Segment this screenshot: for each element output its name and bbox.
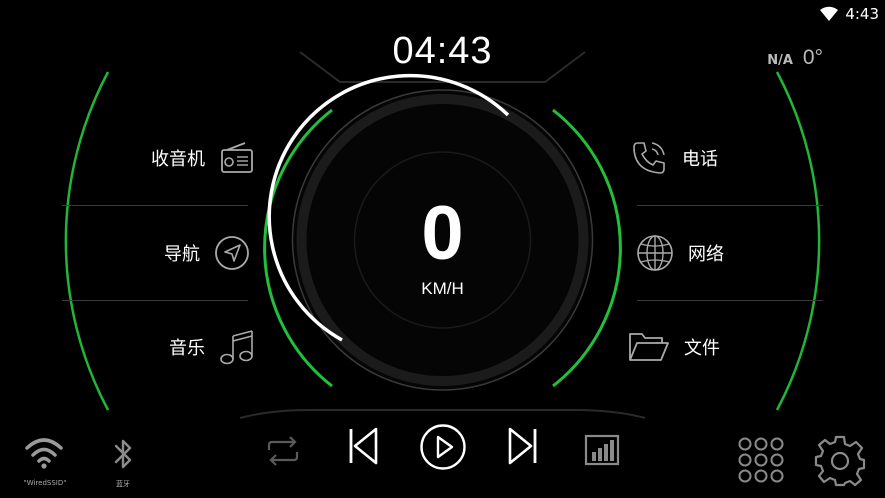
menu-item-radio[interactable]: 收音机 xyxy=(100,138,255,178)
menu-item-label: 电话 xyxy=(682,149,718,170)
weather-condition: N/A xyxy=(767,53,793,68)
menu-item-label: 收音机 xyxy=(151,149,205,170)
equalizer-icon xyxy=(584,434,620,466)
speed-value: 0 xyxy=(421,191,464,276)
weather-temperature: 0° xyxy=(802,46,823,69)
weather-widget[interactable]: N/A 0° xyxy=(767,46,823,70)
menu-divider xyxy=(62,300,248,301)
wifi-button[interactable] xyxy=(24,436,64,472)
play-icon xyxy=(419,423,467,471)
bluetooth-button[interactable] xyxy=(112,436,134,472)
menu-item-phone[interactable]: 电话 xyxy=(630,138,790,178)
music-icon xyxy=(219,328,255,366)
status-bar: 4:43 xyxy=(819,4,879,24)
play-button[interactable] xyxy=(419,423,467,471)
wifi-label: "WiredSSID" xyxy=(23,479,67,487)
bluetooth-icon xyxy=(112,436,134,472)
previous-button[interactable] xyxy=(347,426,379,466)
next-button[interactable] xyxy=(507,426,539,466)
status-time: 4:43 xyxy=(845,5,879,23)
equalizer-button[interactable] xyxy=(584,434,620,466)
folder-icon xyxy=(628,330,670,364)
skip-next-icon xyxy=(507,426,539,466)
speed-unit: KM/H xyxy=(421,279,464,298)
wifi-icon xyxy=(24,436,64,470)
bluetooth-label: 蓝牙 xyxy=(116,480,130,488)
phone-icon xyxy=(630,139,668,177)
menu-item-music[interactable]: 音乐 xyxy=(100,327,255,367)
apps-button[interactable] xyxy=(738,437,784,483)
clock: 04:43 xyxy=(392,30,493,72)
menu-divider xyxy=(637,300,823,301)
gear-icon xyxy=(813,434,867,488)
apps-grid-icon xyxy=(738,437,784,483)
menu-item-label: 音乐 xyxy=(169,338,205,359)
menu-item-label: 文件 xyxy=(684,338,720,359)
wifi-status-icon xyxy=(819,6,839,22)
repeat-icon xyxy=(265,434,301,468)
repeat-button[interactable] xyxy=(265,434,301,468)
menu-item-files[interactable]: 文件 xyxy=(628,327,788,367)
settings-button[interactable] xyxy=(813,434,867,488)
radio-icon xyxy=(219,140,255,176)
skip-previous-icon xyxy=(347,426,379,466)
